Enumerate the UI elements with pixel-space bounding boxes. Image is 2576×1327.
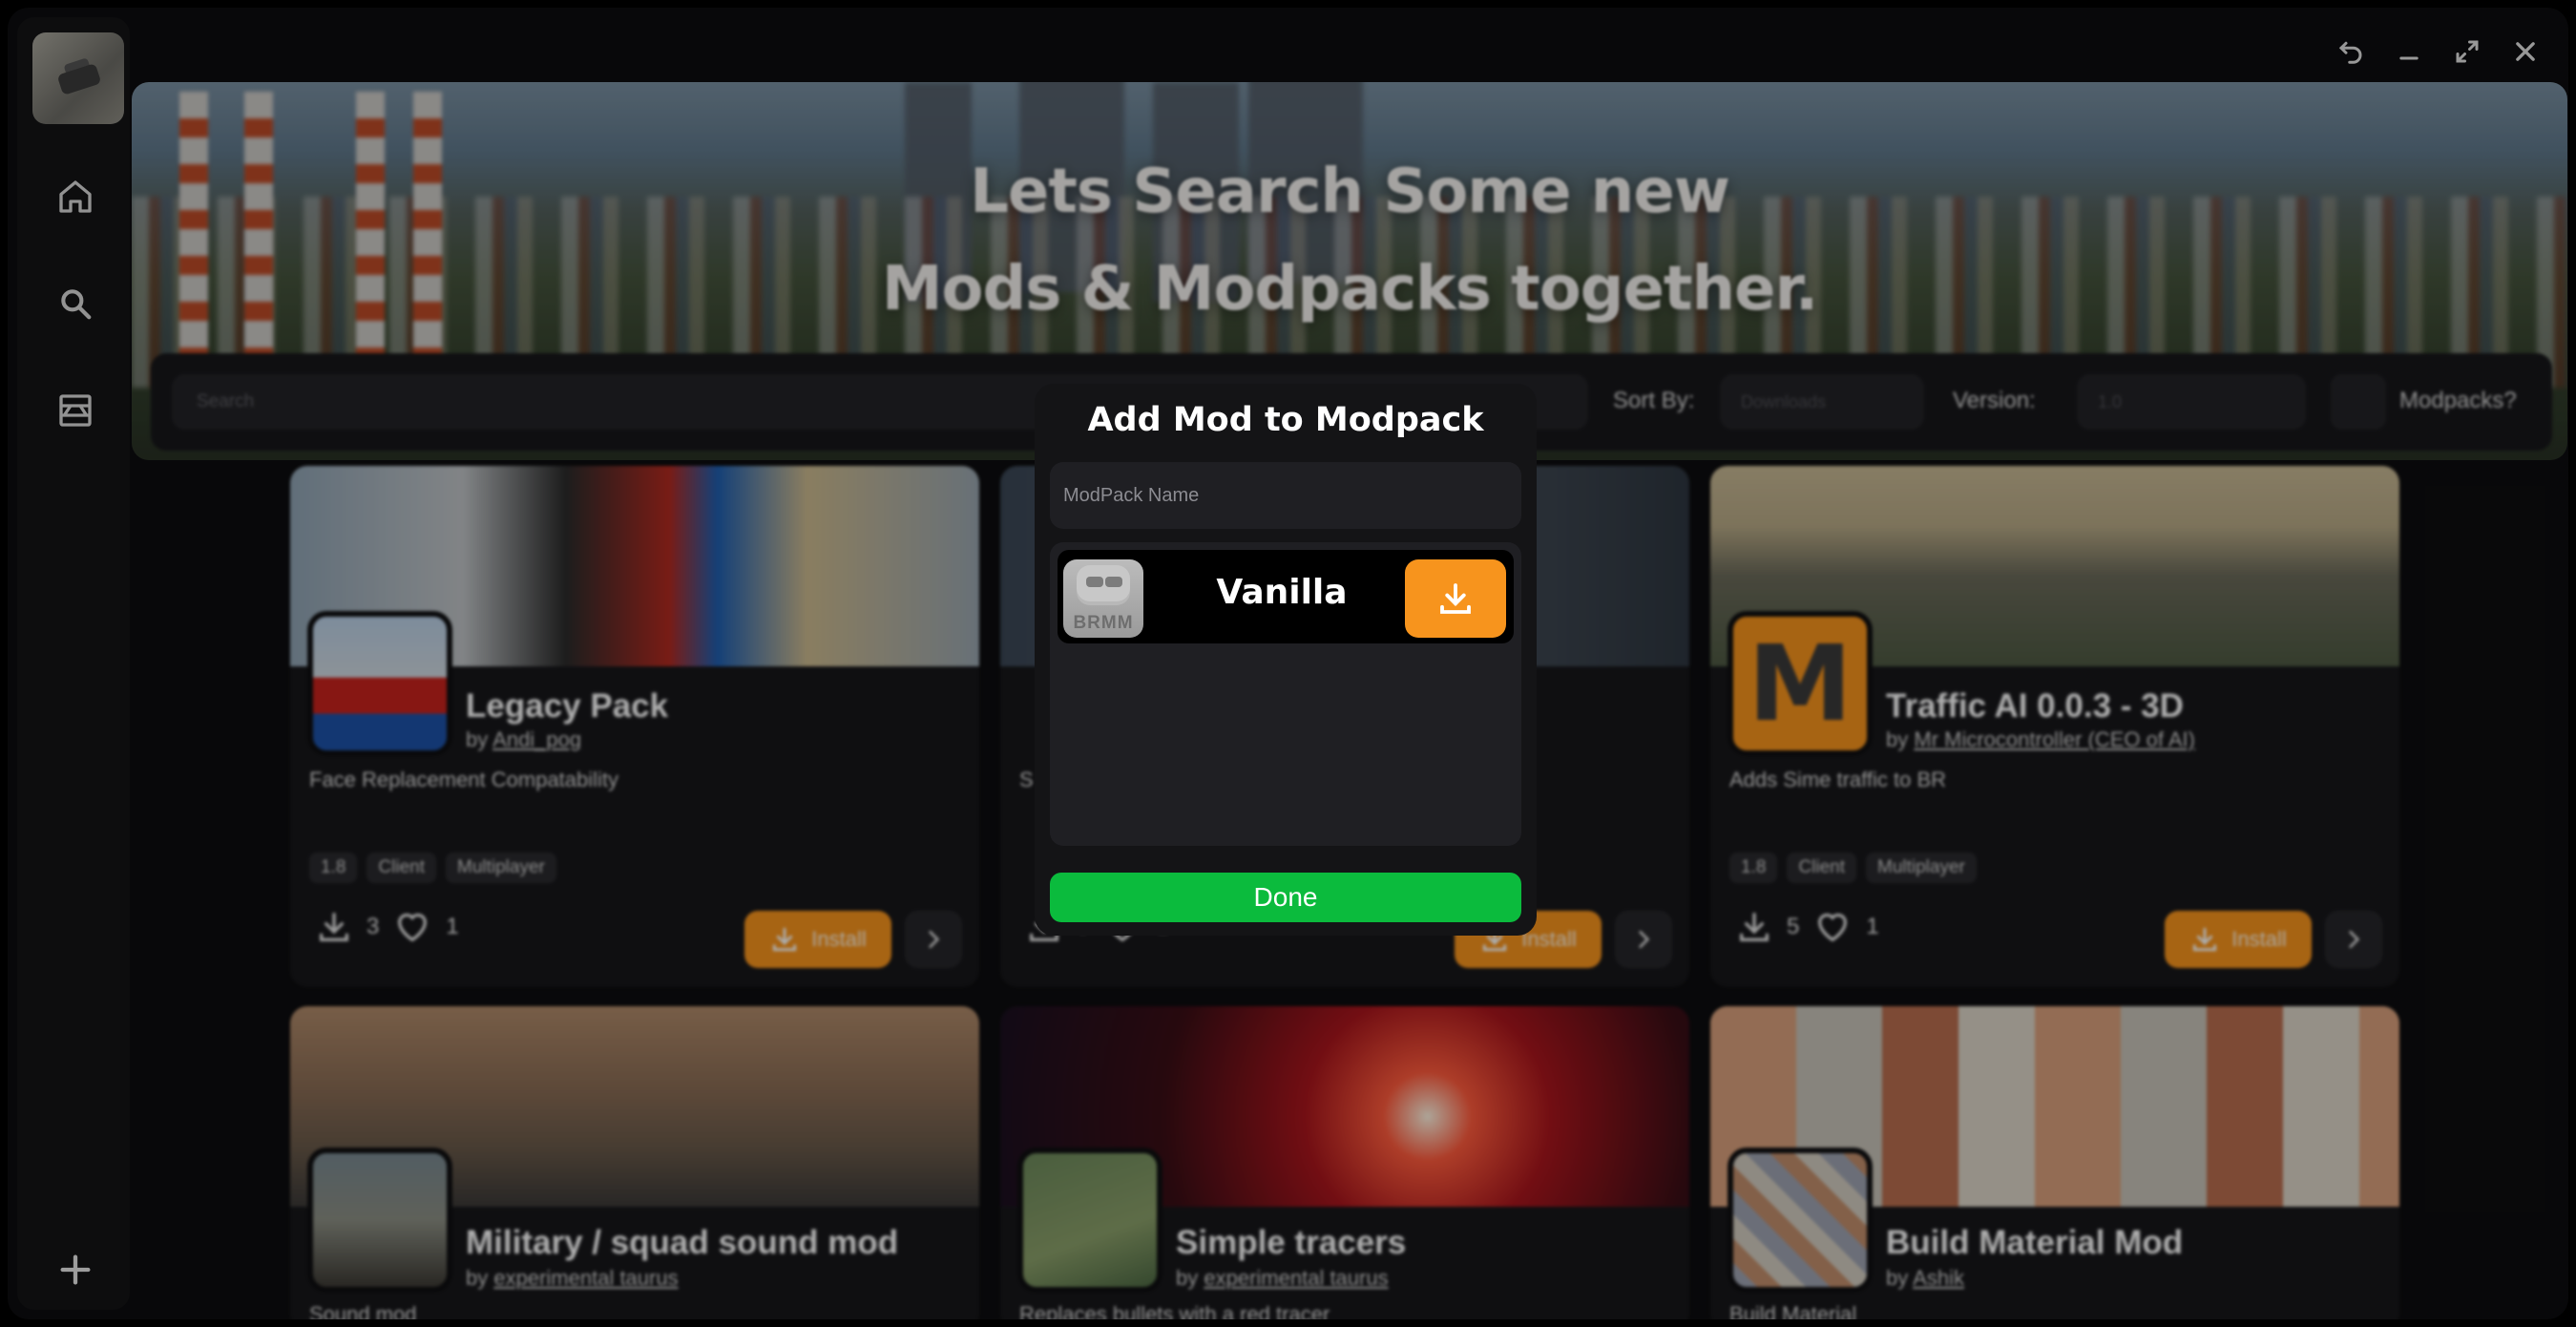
- modpack-name-input[interactable]: ModPack Name: [1050, 462, 1521, 529]
- modpack-row[interactable]: BRMM Vanilla: [1058, 550, 1514, 643]
- add-to-modpack-button[interactable]: [1405, 559, 1506, 638]
- modpack-name: Vanilla: [1216, 573, 1348, 612]
- modpack-list: BRMM Vanilla: [1050, 542, 1521, 846]
- modpack-icon-label: BRMM: [1073, 613, 1134, 633]
- download-icon: [1440, 583, 1471, 614]
- done-button[interactable]: Done: [1050, 873, 1521, 922]
- brmm-logo-icon: BRMM: [1063, 559, 1143, 638]
- add-to-modpack-dialog: Add Mod to Modpack ModPack Name BRMM Van…: [1035, 384, 1537, 936]
- dialog-title: Add Mod to Modpack: [1087, 401, 1484, 439]
